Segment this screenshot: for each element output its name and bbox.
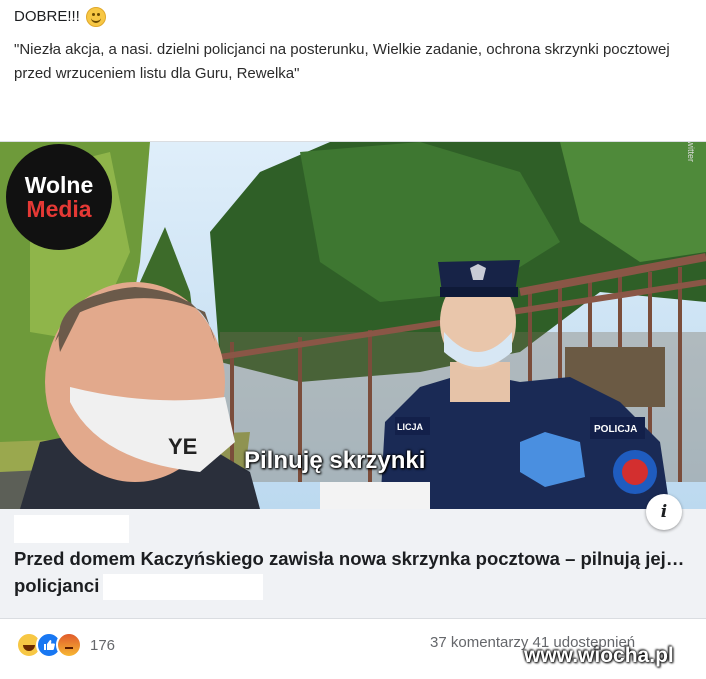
reaction-count: 176 [90, 636, 116, 654]
post-text: DOBRE!!! "Niezła akcja, a nasi. dzielni … [14, 6, 694, 86]
video-thumbnail[interactable]: POLICJA LICJA YE Wolne Media fot. twitte… [0, 142, 706, 509]
redacted-domain [14, 515, 129, 543]
info-icon-glyph: i [660, 502, 668, 522]
angry-icon [56, 632, 82, 658]
post-quote: "Niezła akcja, a nasi. dzielni policjanc… [14, 41, 670, 82]
post-exclamation: DOBRE!!! [14, 8, 80, 25]
redacted-area [103, 574, 264, 601]
wolne-media-logo: Wolne Media [6, 144, 112, 250]
site-watermark: www.wiocha.pl [524, 644, 674, 667]
smiling-face-icon [85, 7, 106, 27]
video-caption: Pilnuję skrzynki [244, 447, 426, 474]
thumbs-up-glyph [44, 640, 55, 650]
photo-credit: fot. twitter [686, 142, 696, 162]
info-icon[interactable]: i [646, 494, 682, 530]
link-headline[interactable]: Przed domem Kaczyńskiego zawisła nowa sk… [14, 545, 694, 601]
post-footer: 176 37 komentarzy 41 udostępnień www.wio… [0, 620, 706, 679]
reactions-summary[interactable]: 176 [16, 632, 115, 658]
logo-word-wolne: Wolne [24, 172, 94, 198]
svg-text:LICJA: LICJA [397, 422, 424, 432]
link-preview-card[interactable]: POLICJA LICJA YE Wolne Media fot. twitte… [0, 141, 706, 619]
post-first-line: DOBRE!!! [14, 6, 694, 28]
svg-text:YE: YE [168, 434, 197, 459]
svg-text:POLICJA: POLICJA [594, 424, 637, 435]
logo-word-media: Media [26, 196, 92, 222]
